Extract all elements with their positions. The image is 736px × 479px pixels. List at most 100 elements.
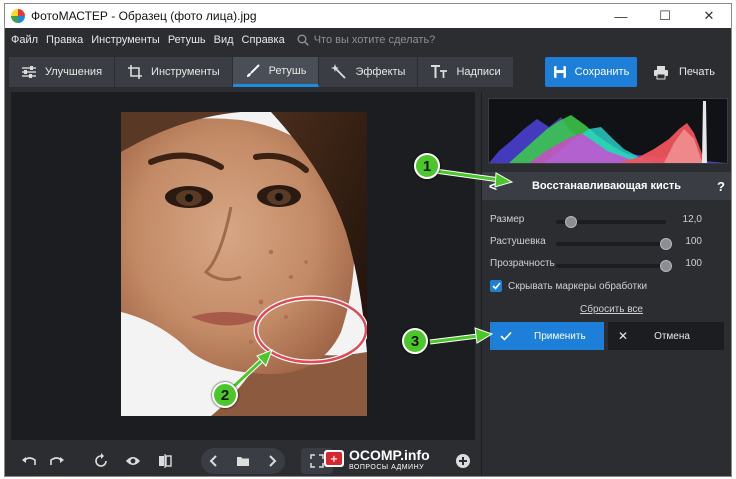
tab-text-label: Надписи [456,66,501,78]
crop-icon [128,65,143,79]
watermark-title: OCOMP.info [349,447,430,463]
eye-icon [126,457,140,465]
svg-text:+: + [330,454,338,465]
search-icon [297,34,309,46]
app-logo-icon [11,9,25,23]
histogram-graph [489,101,727,163]
save-button[interactable]: Сохранить [545,57,637,87]
print-button[interactable]: Печать [641,57,727,87]
maximize-button[interactable]: ☐ [643,4,687,28]
window-title: ФотоМАСТЕР - Образец (фото лица).jpg [31,9,257,23]
window-controls: — ☐ ✕ [599,4,731,28]
menu-edit[interactable]: Правка [46,34,83,46]
bottom-toolbar: 1 + OCOMP.info ВОПРОСЫ АДМИНУ [11,444,475,476]
photo-portrait[interactable] [121,112,367,416]
chevron-left-icon[interactable] [209,455,219,467]
app-window: ФотоМАСТЕР - Образец (фото лица).jpg — ☐… [4,3,732,477]
tab-enhancements[interactable]: Улучшения [9,57,116,87]
site-watermark: + OCOMP.info ВОПРОСЫ АДМИНУ [323,447,441,475]
tab-enhancements-label: Улучшения [45,66,103,78]
slider-size-track[interactable] [556,216,666,228]
close-button[interactable]: ✕ [687,4,731,28]
text-icon [431,65,448,78]
slider-size-label: Размер [490,214,525,225]
slider-opacity-track[interactable] [556,260,672,272]
main-toolbar: Улучшения Инструменты Ретушь Эффекты Над… [5,52,731,92]
reset-all-link[interactable]: Сбросить все [580,304,643,315]
tab-effects[interactable]: Эффекты [319,57,419,87]
slider-opacity-label: Прозрачность [490,258,555,269]
printer-icon [653,65,668,79]
hide-markers-checkbox[interactable] [490,280,502,292]
menu-view[interactable]: Вид [214,34,234,46]
slider-size-value: 12,0 [682,214,702,225]
apply-button[interactable]: Применить [490,322,604,350]
watermark-logo-icon: + [324,450,344,467]
title-bar: ФотоМАСТЕР - Образец (фото лица).jpg — ☐… [5,4,731,28]
portrait-image [121,112,367,416]
file-navigation [201,448,285,474]
slider-opacity: Прозрачность 100 [490,256,730,274]
slider-feather: Растушевка 100 [490,234,730,252]
print-label: Печать [678,66,716,78]
preview-button[interactable] [121,449,145,473]
cancel-button[interactable]: ✕ Отмена [608,322,724,350]
slider-feather-thumb[interactable] [660,238,672,250]
menu-retouch[interactable]: Ретушь [168,34,206,46]
slider-size-thumb[interactable] [565,216,578,228]
panel-title: Восстанавливающая кисть [531,180,682,192]
slider-feather-track[interactable] [556,238,672,250]
compare-button[interactable] [153,449,177,473]
menu-bar: Файл Правка Инструменты Ретушь Вид Справ… [5,28,731,52]
undo-button[interactable] [17,449,41,473]
sliders-icon [22,66,36,78]
tab-effects-label: Эффекты [355,66,406,78]
redo-icon [50,457,64,465]
tab-tools[interactable]: Инструменты [115,57,233,87]
slider-feather-value: 100 [685,236,702,247]
cancel-label: Отмена [654,330,690,342]
menu-tools[interactable]: Инструменты [91,34,160,46]
photo-canvas[interactable] [11,92,475,440]
reset-rotate-button[interactable] [89,449,113,473]
checkmark-icon [491,282,501,290]
undo-icon [22,457,36,465]
save-label: Сохранить [574,66,630,78]
rotate-icon [95,453,107,467]
add-button[interactable] [451,449,475,473]
help-button[interactable]: ? [709,179,731,194]
tab-retouch[interactable]: Ретушь [232,57,320,87]
watermark-subtitle: ВОПРОСЫ АДМИНУ [349,464,425,471]
minimize-button[interactable]: — [599,4,643,28]
magic-wand-icon [331,64,347,79]
menu-help[interactable]: Справка [242,34,285,46]
menu-search[interactable]: Что вы хотите сделать? [297,34,436,46]
apply-label: Применить [534,330,586,342]
checkmark-icon [500,331,512,341]
menu-file[interactable]: Файл [11,34,38,46]
compare-icon [159,454,172,468]
panel-back-button[interactable]: < [482,178,504,194]
tool-panel: < Восстанавливающая кисть ? Размер 12,0 … [481,92,731,476]
panel-header: < Восстанавливающая кисть ? [482,172,731,200]
tab-strip: Улучшения Инструменты Ретушь Эффекты Над… [9,57,514,87]
redo-button[interactable] [45,449,69,473]
slider-opacity-thumb[interactable] [660,260,672,272]
search-placeholder: Что вы хотите сделать? [313,34,436,46]
tab-text[interactable]: Надписи [418,57,514,87]
slider-size: Размер 12,0 [490,212,730,230]
hide-markers-option[interactable]: Скрывать маркеры обработки [490,280,647,292]
tab-retouch-label: Ретушь [268,64,307,77]
hide-markers-label: Скрывать маркеры обработки [508,280,648,292]
slider-opacity-value: 100 [685,258,702,269]
plus-circle-icon [456,454,470,468]
fit-screen-icon [310,454,324,468]
slider-feather-label: Растушевка [490,236,546,247]
histogram [488,98,728,164]
chevron-right-icon[interactable] [267,455,277,467]
folder-icon[interactable] [236,455,250,467]
close-icon: ✕ [618,329,629,343]
floppy-disk-icon [553,66,566,78]
tab-tools-label: Инструменты [151,66,220,78]
brush-icon [246,63,260,77]
